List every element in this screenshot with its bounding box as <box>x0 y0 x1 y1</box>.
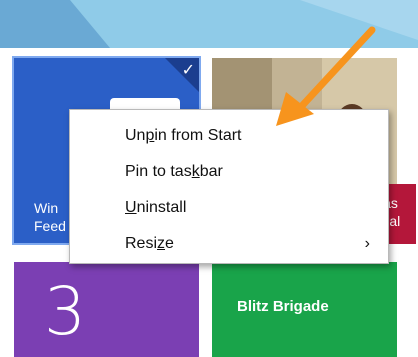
tile-context-menu: Unpin from Start Pin to taskbar Uninstal… <box>69 109 389 264</box>
menu-text: ninstall <box>136 199 187 216</box>
blitz-brigade-tile[interactable]: Blitz Brigade <box>212 262 397 357</box>
game-tile-label: Blitz Brigade <box>237 298 329 315</box>
menu-text: e <box>165 235 174 252</box>
calendar-date-number: 3 <box>44 273 86 350</box>
chevron-right-icon: › <box>364 235 370 252</box>
menu-text: Un <box>125 127 146 144</box>
menu-text: in from Start <box>154 127 242 144</box>
menu-text: Pin to tas <box>125 163 192 180</box>
menu-access-key: U <box>125 199 137 216</box>
menu-access-key: z <box>157 235 166 252</box>
menu-access-key: k <box>191 163 200 180</box>
menu-item-uninstall[interactable]: Uninstall <box>70 190 388 226</box>
feedback-label-line2: Feed <box>34 218 66 234</box>
menu-item-pin-to-taskbar[interactable]: Pin to taskbar <box>70 154 388 190</box>
feedback-tile-label: Win Feed <box>34 199 66 235</box>
feedback-label-line1: Win <box>34 200 59 216</box>
menu-item-unpin-from-start[interactable]: Unpin from Start <box>70 118 388 154</box>
menu-text: Resi <box>125 235 158 252</box>
calendar-tile[interactable]: 3 <box>14 262 199 357</box>
menu-item-resize[interactable]: Resize › <box>70 226 388 262</box>
check-icon: ✓ <box>181 62 195 79</box>
menu-text: bar <box>199 163 223 180</box>
